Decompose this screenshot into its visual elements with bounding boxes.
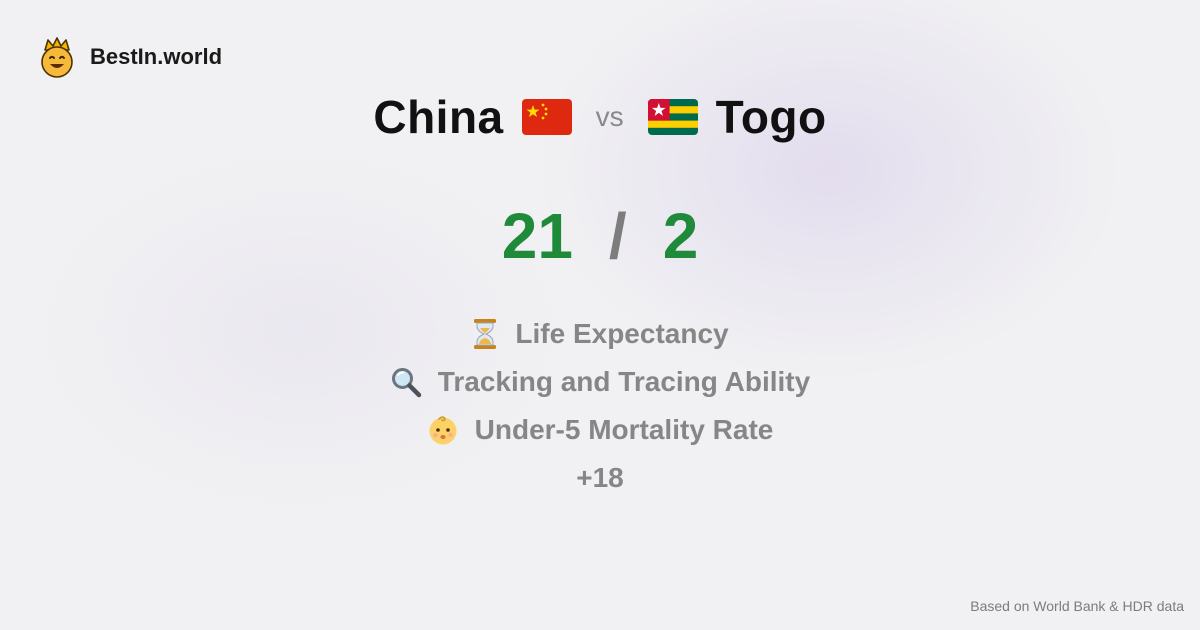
score-separator: / (608, 200, 627, 272)
metric-label: Tracking and Tracing Ability (437, 366, 811, 397)
more-metrics-count[interactable]: +18 (576, 454, 624, 502)
metric-label: Under-5 Mortality Rate (474, 414, 774, 445)
china-flag-icon (521, 99, 572, 135)
vs-label: vs (595, 101, 624, 132)
togo-flag-icon (647, 99, 698, 135)
list-item[interactable]: Under-5 Mortality Rate (427, 406, 774, 454)
metric-list: Life Expectancy Tracking and Tracing Abi… (0, 310, 1200, 502)
crown-smiley-icon (41, 37, 73, 78)
list-item[interactable]: Life Expectancy (471, 310, 729, 358)
baby-face-icon (429, 416, 457, 445)
comparison-title: China vs Togo (0, 86, 1200, 148)
list-item[interactable]: Tracking and Tracing Ability (390, 358, 810, 406)
data-source-note: Based on World Bank & HDR data (970, 598, 1184, 614)
metric-label: Life Expectancy (515, 318, 729, 349)
brand-logo[interactable]: BestIn.world (38, 36, 222, 78)
score-display: 21 / 2 (0, 196, 1200, 276)
right-country-name[interactable]: Togo (716, 90, 827, 144)
left-score: 21 (501, 200, 573, 272)
hourglass-icon (474, 319, 497, 349)
magnifier-icon (391, 368, 422, 398)
left-country-name[interactable]: China (373, 90, 503, 144)
right-score: 2 (662, 200, 699, 272)
brand-name: BestIn.world (90, 44, 223, 69)
